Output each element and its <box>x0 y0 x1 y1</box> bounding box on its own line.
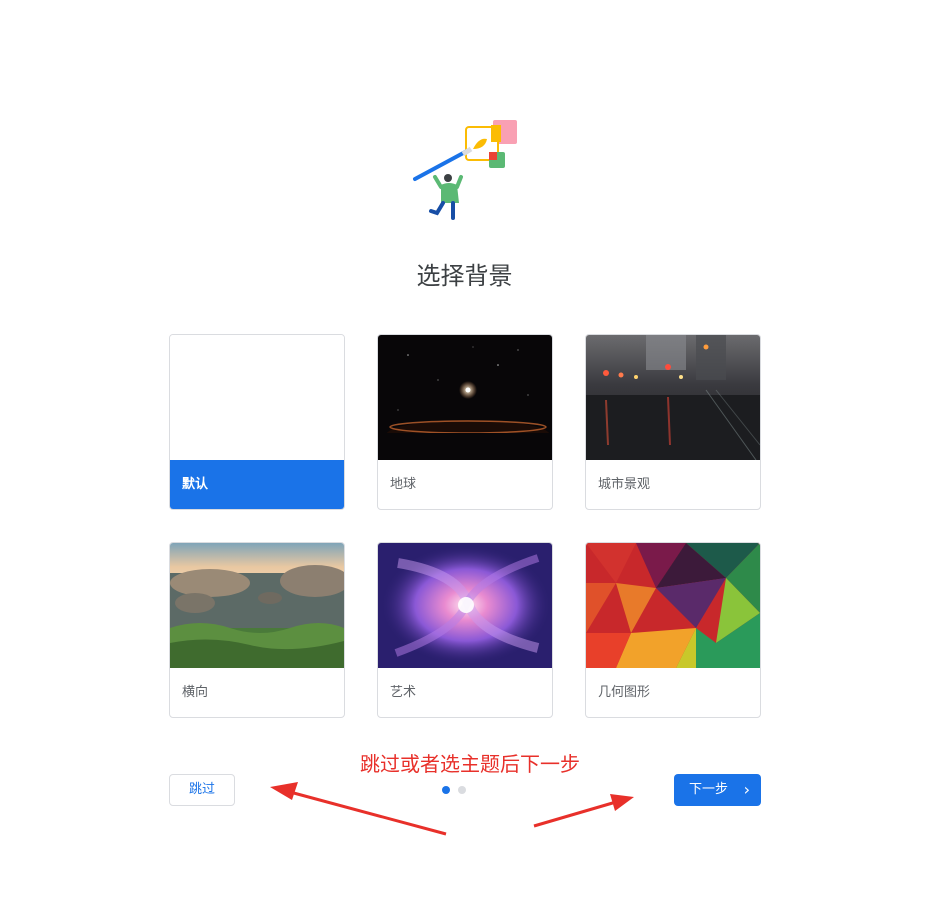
annotation-text: 跳过或者选主题后下一步 <box>360 752 580 776</box>
arrow-left-icon <box>270 782 447 836</box>
background-card-label: 艺术 <box>390 685 417 700</box>
next-button-label: 下一步 <box>689 782 729 797</box>
page-dot-inactive[interactable] <box>458 786 466 794</box>
landscape-thumbnail <box>170 543 344 668</box>
arrow-right-icon <box>533 794 634 828</box>
background-card-label: 城市景观 <box>598 477 651 492</box>
background-card-label: 默认 <box>170 460 344 509</box>
background-card-label: 几何图形 <box>598 685 651 700</box>
earth-thumbnail <box>378 335 552 460</box>
background-card-art[interactable]: 艺术 <box>377 542 553 718</box>
art-thumbnail <box>378 543 552 668</box>
page-title: 选择背景 <box>416 262 513 290</box>
skip-button[interactable]: 跳过 <box>169 774 235 806</box>
background-card-label: 横向 <box>182 685 209 700</box>
background-card-geometric[interactable]: 几何图形 <box>585 542 761 718</box>
next-button[interactable]: 下一步 › <box>674 774 761 806</box>
cityscape-thumbnail <box>586 335 760 460</box>
default-thumbnail <box>170 335 344 460</box>
background-card-landscape[interactable]: 横向 <box>169 542 345 718</box>
paint-illustration <box>413 120 517 220</box>
background-card-default[interactable]: 默认 <box>169 334 345 510</box>
chevron-right-icon: › <box>743 780 750 799</box>
page-dot-active[interactable] <box>442 786 450 794</box>
background-card-earth[interactable]: 地球 <box>377 334 553 510</box>
background-card-cityscape[interactable]: 城市景观 <box>585 334 761 510</box>
geometric-thumbnail <box>586 543 760 668</box>
background-card-label: 地球 <box>390 477 417 492</box>
